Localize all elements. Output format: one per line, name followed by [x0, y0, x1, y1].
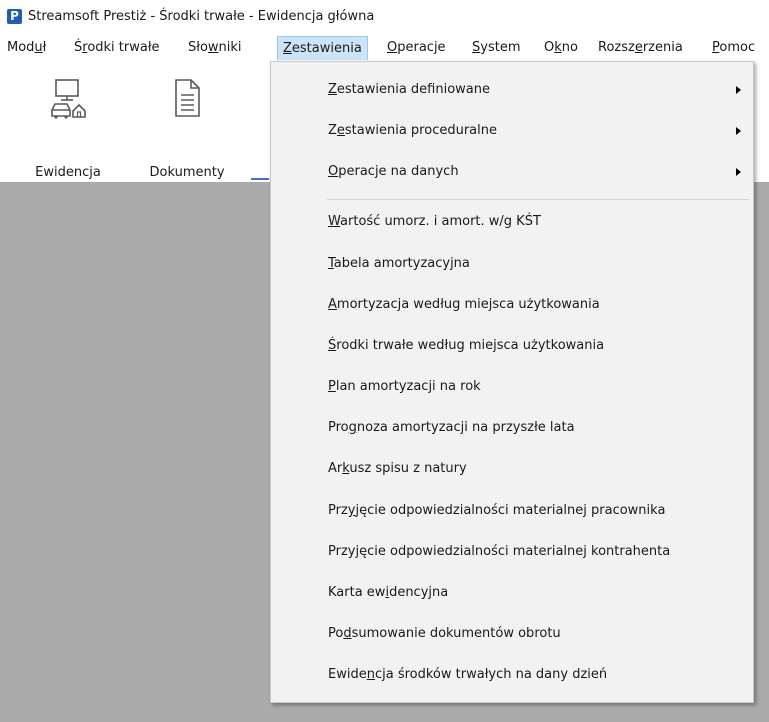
menu-item-odpowiedzialnosc-pracownika[interactable]: Przyjęcie odpowiedzialności materialnej …	[271, 493, 753, 529]
menu-bar: Moduł Środki trwałe Słowniki Zestawienia…	[0, 36, 769, 61]
ewidencja-label: Ewidencja	[35, 165, 101, 180]
ewidencja-button[interactable]: Ewidencja	[12, 78, 124, 198]
menu-item-ewidencja-na-dzien[interactable]: Ewidencja środków trwałych na dany dzień	[271, 657, 753, 693]
menu-item-operacje-na-danych[interactable]: Operacje na danych	[271, 154, 753, 190]
submenu-arrow-icon	[736, 86, 741, 94]
menu-system[interactable]: System	[472, 36, 521, 60]
menu-item-arkusz-spisu[interactable]: Arkusz spisu z natury	[271, 451, 753, 487]
submenu-arrow-icon	[736, 127, 741, 135]
document-icon	[175, 79, 200, 117]
zestawienia-dropdown-menu: Zestawienia definiowane Zestawienia proc…	[270, 61, 754, 703]
menu-item-zestawienia-definiowane[interactable]: Zestawienia definiowane	[271, 72, 753, 108]
menu-item-srodki-trwale-miejsca[interactable]: Środki trwałe według miejsca użytkowania	[271, 328, 753, 364]
menu-srodki-trwale[interactable]: Środki trwałe	[74, 36, 160, 60]
menu-item-prognoza-amortyzacji[interactable]: Prognoza amortyzacji na przyszłe lata	[271, 410, 753, 446]
monitor-car-house-icon	[51, 79, 86, 119]
menu-rozszerzenia[interactable]: Rozszerzenia	[598, 36, 683, 60]
menu-item-wartosc-umorz[interactable]: Wartość umorz. i amort. w/g KŚT	[271, 204, 753, 240]
menu-item-tabela-amortyzacyjna[interactable]: Tabela amortyzacyjna	[271, 246, 753, 282]
toolbar-underline-partial	[251, 178, 269, 180]
menu-item-odpowiedzialnosc-kontrahenta[interactable]: Przyjęcie odpowiedzialności materialnej …	[271, 534, 753, 570]
menu-item-plan-amortyzacji[interactable]: Plan amortyzacji na rok	[271, 369, 753, 405]
menu-item-podsumowanie-dokumentow[interactable]: Podsumowanie dokumentów obrotu	[271, 616, 753, 652]
menu-item-karta-ewidencyjna[interactable]: Karta ewidencyjna	[271, 575, 753, 611]
menu-okno[interactable]: Okno	[544, 36, 578, 60]
submenu-arrow-icon	[736, 168, 741, 176]
dokumenty-label: Dokumenty	[149, 165, 225, 180]
menu-item-zestawienia-proceduralne[interactable]: Zestawienia proceduralne	[271, 113, 753, 149]
title-bar: P Streamsoft Prestiż - Środki trwałe - E…	[0, 0, 769, 34]
menu-modul[interactable]: Moduł	[7, 36, 46, 60]
window-title: Streamsoft Prestiż - Środki trwałe - Ewi…	[28, 9, 375, 24]
menu-item-amortyzacja-miejsca[interactable]: Amortyzacja według miejsca użytkowania	[271, 287, 753, 323]
menu-slowniki[interactable]: Słowniki	[188, 36, 242, 60]
dokumenty-button[interactable]: Dokumenty	[131, 78, 243, 198]
menu-pomoc[interactable]: Pomoc	[712, 36, 755, 60]
menu-operacje[interactable]: Operacje	[387, 36, 446, 60]
app-logo-icon: P	[7, 9, 22, 24]
menu-zestawienia[interactable]: Zestawienia	[277, 36, 368, 61]
menu-separator	[327, 199, 749, 200]
